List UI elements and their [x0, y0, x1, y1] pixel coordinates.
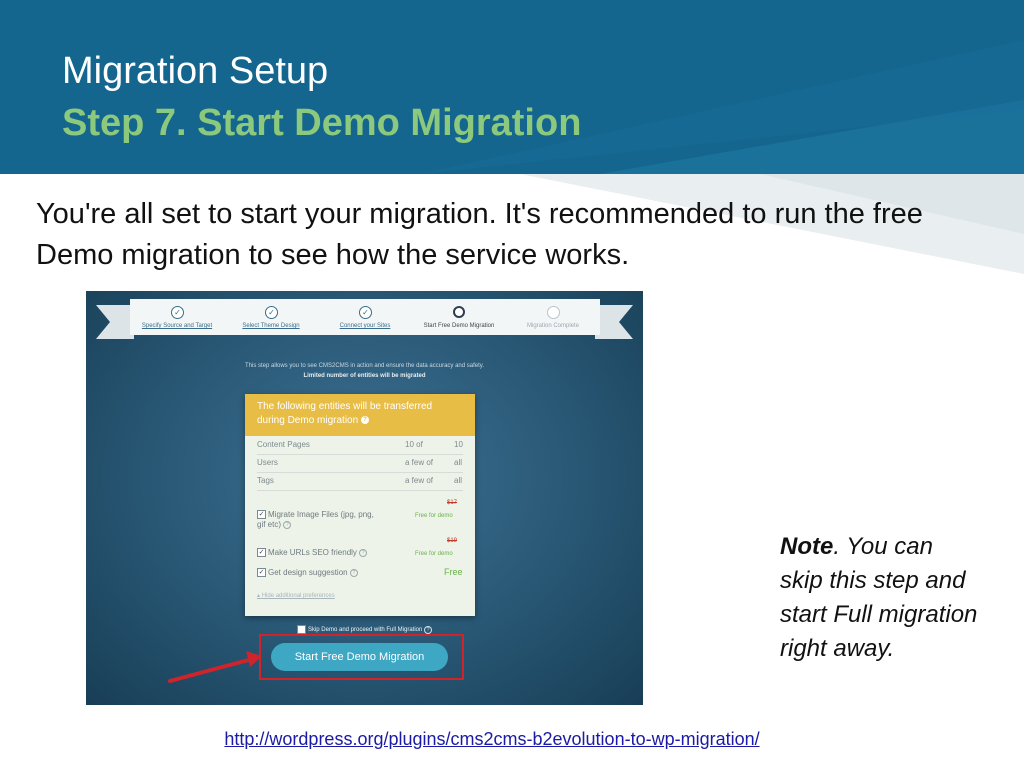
step-theme-design[interactable]: ✓ Select Theme Design — [224, 299, 318, 335]
note-label: Note — [780, 533, 834, 560]
entity-total: all — [454, 476, 463, 485]
migration-screenshot: ✓ Specify Source and Target ✓ Select The… — [86, 291, 643, 705]
card-header-line: The following entities will be transferr… — [257, 401, 433, 412]
card-header-line: during Demo migration — [257, 415, 359, 426]
step-label: Specify Source and Target — [141, 323, 213, 329]
step-demo-migration: Start Free Demo Migration — [412, 299, 506, 335]
option-label: Make URLs SEO friendly — [268, 548, 357, 557]
current-step-icon — [453, 306, 465, 318]
option-image-files: $17 ✓ Migrate Image Files (jpg, png, gif … — [245, 500, 475, 536]
option-seo-urls: $19 ✓ Make URLs SEO friendly ? Free for d… — [245, 538, 475, 562]
help-icon[interactable]: ? — [283, 520, 292, 529]
entity-total: all — [454, 458, 463, 467]
divider — [257, 490, 463, 491]
skip-demo-checkbox[interactable] — [296, 625, 306, 634]
check-icon: ✓ — [265, 306, 278, 319]
hide-preferences-label: Hide additional preferences — [261, 593, 335, 599]
info-text-bold: Limited number of entities will be migra… — [303, 373, 426, 379]
card-header: The following entities will be transferr… — [245, 394, 475, 436]
step-specify-source[interactable]: ✓ Specify Source and Target — [130, 299, 224, 335]
entity-name: Content Pages — [257, 440, 310, 449]
entity-row: Content Pages 10 of 10 — [245, 436, 475, 454]
help-icon[interactable]: ? — [349, 568, 358, 577]
help-icon[interactable]: ? — [359, 548, 368, 557]
step-label: Migration Complete — [526, 323, 580, 329]
entity-count: a few of — [405, 458, 434, 467]
pending-step-icon — [547, 306, 560, 319]
entity-name: Users — [257, 458, 278, 467]
help-icon[interactable]: ? — [424, 625, 433, 634]
check-icon: ✓ — [171, 306, 184, 319]
option-label-cont: gif etc) — [257, 520, 282, 529]
step-label: Connect your Sites — [339, 323, 391, 329]
chevron-up-icon: ▴ — [257, 593, 261, 599]
help-icon[interactable]: ? — [360, 416, 369, 425]
slide-subtitle: Step 7. Start Demo Migration — [62, 102, 582, 144]
slide-header: Migration Setup Step 7. Start Demo Migra… — [0, 0, 1024, 174]
design-suggestion-checkbox[interactable]: ✓ — [257, 568, 266, 578]
step-label: Start Free Demo Migration — [423, 323, 495, 329]
entity-count: a few of — [405, 476, 434, 485]
old-price: $17 — [447, 500, 458, 506]
entity-count: 10 of — [405, 440, 423, 449]
option-design-suggestion: ✓ Get design suggestion ? Free — [245, 566, 475, 584]
step-connect-sites[interactable]: ✓ Connect your Sites — [318, 299, 412, 335]
hide-preferences-link[interactable]: ▴ Hide additional preferences — [257, 592, 335, 599]
entity-name: Tags — [257, 476, 274, 485]
slide-title: Migration Setup — [62, 50, 329, 92]
entity-row: Tags a few of all — [245, 472, 475, 490]
seo-urls-checkbox[interactable]: ✓ — [257, 548, 266, 558]
skip-demo-option[interactable]: Skip Demo and proceed with Full Migratio… — [86, 625, 643, 634]
plugin-link[interactable]: http://wordpress.org/plugins/cms2cms-b2e… — [0, 729, 1024, 750]
entity-row: Users a few of all — [245, 454, 475, 472]
entity-total: 10 — [454, 440, 463, 449]
old-price: $19 — [447, 538, 458, 544]
step-migration-complete: Migration Complete — [506, 299, 600, 335]
note-text: Note. You can skip this step and start F… — [780, 530, 980, 666]
info-text: This step allows you to see CMS2CMS in a… — [244, 363, 484, 369]
price-free: Free for demo — [415, 551, 453, 557]
start-demo-migration-button[interactable]: Start Free Demo Migration — [271, 643, 448, 671]
intro-text: You're all set to start your migration. … — [36, 198, 923, 271]
progress-stepper: ✓ Specify Source and Target ✓ Select The… — [130, 299, 600, 335]
option-label: Migrate Image Files (jpg, png, — [268, 510, 374, 519]
price-free: Free — [444, 567, 463, 577]
arrow-icon — [168, 651, 262, 683]
demo-entities-card: The following entities will be transferr… — [245, 394, 475, 616]
price-free: Free for demo — [415, 513, 453, 519]
skip-demo-label: Skip Demo and proceed with Full Migratio… — [307, 627, 423, 634]
plugin-link-text: http://wordpress.org/plugins/cms2cms-b2e… — [224, 729, 760, 749]
image-files-checkbox[interactable]: ✓ — [257, 510, 266, 520]
check-icon: ✓ — [359, 306, 372, 319]
option-label: Get design suggestion — [268, 568, 348, 577]
step-label: Select Theme Design — [242, 323, 300, 329]
